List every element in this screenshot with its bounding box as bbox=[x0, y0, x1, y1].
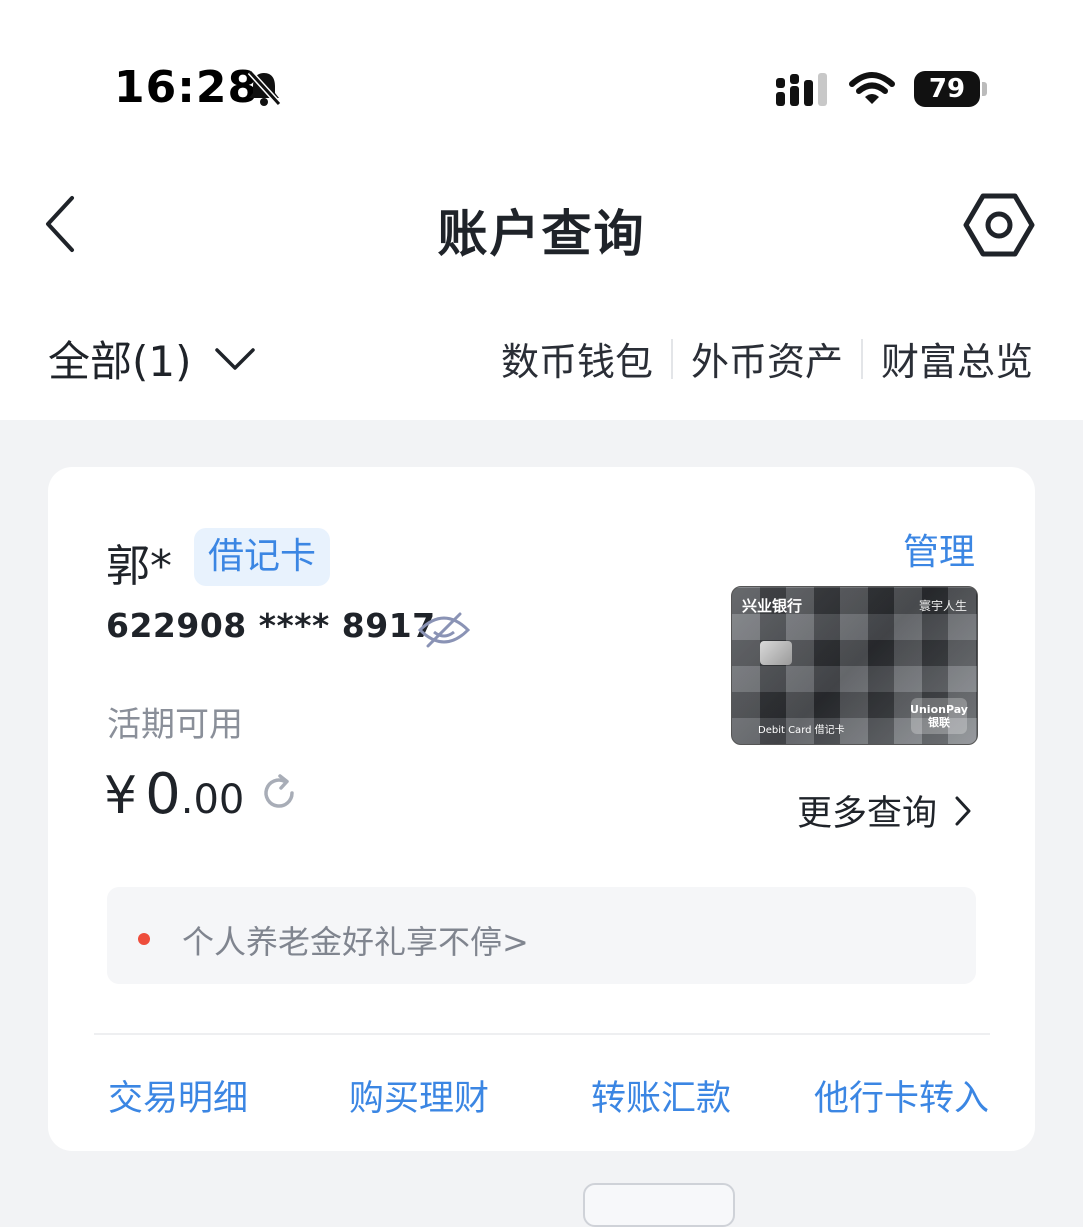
account-holder-name: 郭* bbox=[106, 541, 172, 592]
action-other-bank-transfer-in[interactable]: 他行卡转入 bbox=[814, 1070, 989, 1121]
bell-muted-icon bbox=[247, 69, 282, 107]
account-filter-dropdown[interactable]: 全部(1) bbox=[48, 328, 256, 389]
divider bbox=[670, 338, 673, 379]
page-title: 账户查询 bbox=[437, 205, 646, 263]
available-balance: ¥0.00 bbox=[104, 762, 244, 827]
currency-symbol: ¥ bbox=[104, 766, 138, 826]
bottom-button-partial[interactable] bbox=[583, 1183, 735, 1227]
promo-dot-icon bbox=[138, 933, 150, 945]
divider bbox=[860, 338, 863, 379]
link-foreign-assets[interactable]: 外币资产 bbox=[691, 331, 843, 386]
action-transaction-details[interactable]: 交易明细 bbox=[108, 1070, 248, 1121]
action-buy-wealth-products[interactable]: 购买理财 bbox=[349, 1070, 489, 1121]
action-transfer[interactable]: 转账汇款 bbox=[591, 1070, 731, 1121]
chevron-down-icon bbox=[214, 347, 255, 370]
manage-button[interactable]: 管理 bbox=[903, 523, 975, 575]
filter-label: 全部(1) bbox=[48, 337, 192, 386]
status-indicators: 79 bbox=[776, 68, 987, 110]
signal-icon bbox=[776, 73, 827, 106]
bank-name: 兴业银行 bbox=[742, 597, 803, 615]
chevron-right-icon bbox=[955, 796, 971, 825]
gear-icon[interactable] bbox=[962, 190, 1036, 260]
link-wealth-overview[interactable]: 财富总览 bbox=[881, 331, 1033, 386]
available-balance-label: 活期可用 bbox=[107, 705, 243, 745]
bank-card-image: 兴业银行 寰宇人生 Debit Card 借记卡 UnionPay 银联 bbox=[731, 586, 978, 745]
more-query-label: 更多查询 bbox=[796, 794, 937, 834]
unionpay-cn-text: 银联 bbox=[928, 716, 950, 729]
link-digital-wallet[interactable]: 数币钱包 bbox=[501, 331, 653, 386]
more-query-button[interactable]: 更多查询 bbox=[797, 785, 973, 836]
balance-integer: 0 bbox=[145, 762, 181, 827]
unionpay-logo: UnionPay 银联 bbox=[910, 698, 968, 734]
battery-level: 79 bbox=[928, 74, 966, 104]
card-series: 寰宇人生 bbox=[918, 599, 967, 613]
unionpay-text: UnionPay bbox=[910, 703, 968, 716]
wifi-icon bbox=[849, 72, 895, 104]
balance-decimal: .00 bbox=[180, 777, 245, 823]
debit-card-text: Debit Card 借记卡 bbox=[758, 725, 845, 736]
card-type-badge: 借记卡 bbox=[194, 528, 331, 586]
battery-cap bbox=[982, 82, 987, 96]
account-number: 622908 **** 8917 bbox=[106, 606, 436, 645]
quick-links: 数币钱包 外币资产 财富总览 bbox=[501, 331, 1033, 386]
status-time: 16:28 bbox=[114, 62, 260, 113]
promo-text[interactable]: 个人养老金好礼享不停> bbox=[182, 917, 529, 963]
battery-indicator: 79 bbox=[914, 71, 980, 107]
card-chip bbox=[760, 641, 792, 665]
refresh-icon[interactable] bbox=[258, 772, 300, 814]
card-divider bbox=[94, 1033, 990, 1035]
eye-hidden-icon[interactable] bbox=[416, 610, 472, 650]
